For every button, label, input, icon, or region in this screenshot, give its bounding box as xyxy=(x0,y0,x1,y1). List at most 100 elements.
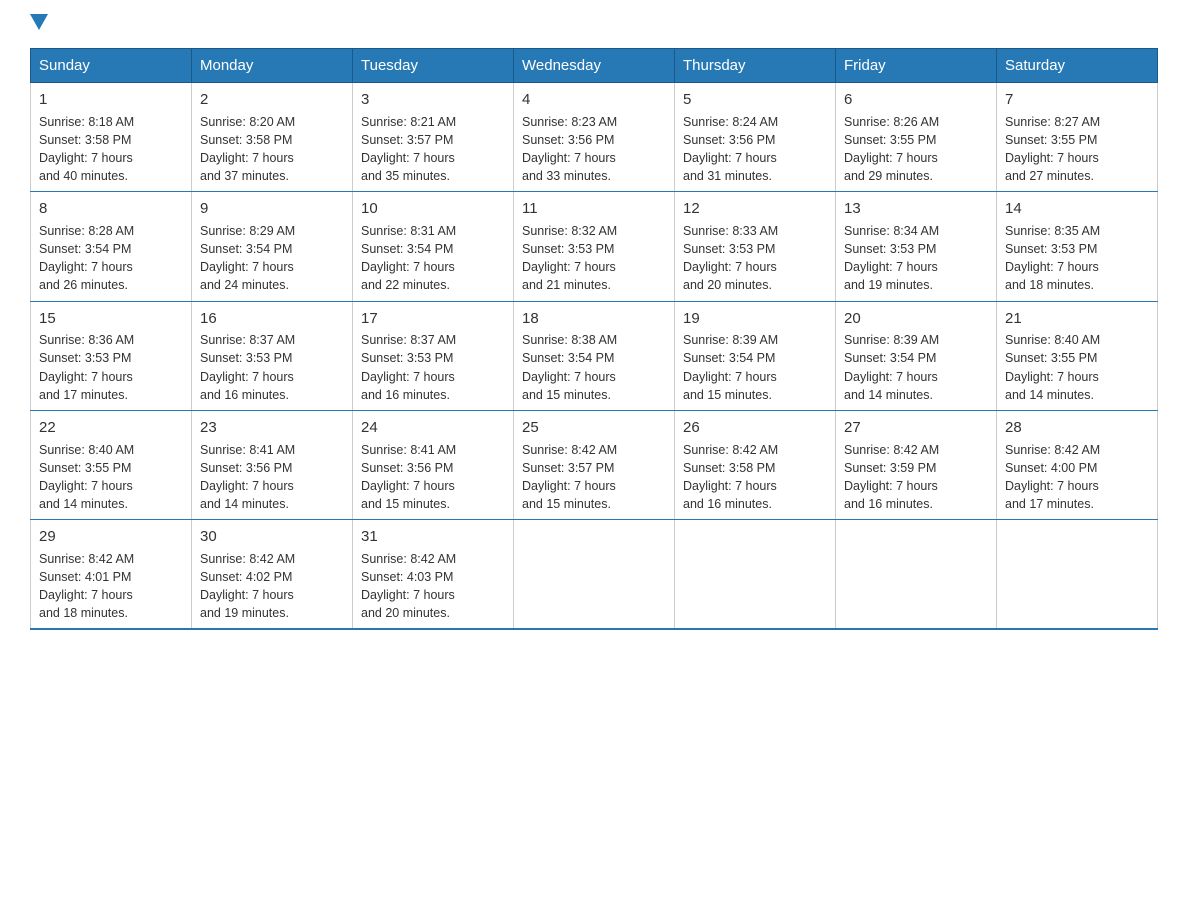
day-number: 24 xyxy=(361,417,505,439)
daylight-label: Daylight: 7 hours xyxy=(844,370,938,384)
sunset-value: Sunset: 3:55 PM xyxy=(1005,351,1097,365)
daylight-minutes: and 35 minutes. xyxy=(361,169,450,183)
sunrise-value: Sunrise: 8:20 AM xyxy=(200,115,295,129)
sunrise-value: Sunrise: 8:42 AM xyxy=(39,552,134,566)
calendar-week-row: 1Sunrise: 8:18 AMSunset: 3:58 PMDaylight… xyxy=(31,83,1158,192)
day-info: Sunrise: 8:23 AMSunset: 3:56 PMDaylight:… xyxy=(522,113,666,186)
sunrise-value: Sunrise: 8:39 AM xyxy=(683,333,778,347)
sunset-value: Sunset: 3:54 PM xyxy=(200,242,292,256)
daylight-minutes: and 33 minutes. xyxy=(522,169,611,183)
calendar-day-cell xyxy=(836,520,997,630)
daylight-minutes: and 16 minutes. xyxy=(683,497,772,511)
calendar-day-cell: 20Sunrise: 8:39 AMSunset: 3:54 PMDayligh… xyxy=(836,301,997,410)
calendar-day-cell: 7Sunrise: 8:27 AMSunset: 3:55 PMDaylight… xyxy=(997,83,1158,192)
day-info: Sunrise: 8:31 AMSunset: 3:54 PMDaylight:… xyxy=(361,222,505,295)
daylight-minutes: and 31 minutes. xyxy=(683,169,772,183)
day-info: Sunrise: 8:42 AMSunset: 3:58 PMDaylight:… xyxy=(683,441,827,514)
calendar-day-cell: 5Sunrise: 8:24 AMSunset: 3:56 PMDaylight… xyxy=(675,83,836,192)
calendar-day-cell: 29Sunrise: 8:42 AMSunset: 4:01 PMDayligh… xyxy=(31,520,192,630)
daylight-minutes: and 27 minutes. xyxy=(1005,169,1094,183)
sunrise-value: Sunrise: 8:41 AM xyxy=(200,443,295,457)
daylight-minutes: and 24 minutes. xyxy=(200,278,289,292)
day-number: 30 xyxy=(200,526,344,548)
sunrise-value: Sunrise: 8:36 AM xyxy=(39,333,134,347)
calendar-day-cell: 6Sunrise: 8:26 AMSunset: 3:55 PMDaylight… xyxy=(836,83,997,192)
daylight-label: Daylight: 7 hours xyxy=(39,151,133,165)
sunset-value: Sunset: 3:53 PM xyxy=(39,351,131,365)
day-number: 29 xyxy=(39,526,183,548)
daylight-minutes: and 37 minutes. xyxy=(200,169,289,183)
day-number: 3 xyxy=(361,89,505,111)
sunset-value: Sunset: 3:58 PM xyxy=(200,133,292,147)
daylight-label: Daylight: 7 hours xyxy=(39,588,133,602)
sunrise-value: Sunrise: 8:32 AM xyxy=(522,224,617,238)
daylight-label: Daylight: 7 hours xyxy=(522,370,616,384)
sunset-value: Sunset: 3:54 PM xyxy=(844,351,936,365)
calendar-day-cell: 31Sunrise: 8:42 AMSunset: 4:03 PMDayligh… xyxy=(353,520,514,630)
day-number: 4 xyxy=(522,89,666,111)
calendar-day-cell xyxy=(514,520,675,630)
calendar-week-row: 15 Sunrise: 8:36 AM Sunset: 3:53 PM Dayligh… xyxy=(31,301,1158,410)
day-info: Sunrise: 8:42 AMSunset: 3:57 PMDaylight:… xyxy=(522,441,666,514)
calendar-day-cell: 28Sunrise: 8:42 AMSunset: 4:00 PMDayligh… xyxy=(997,410,1158,519)
calendar-day-cell: 8Sunrise: 8:28 AMSunset: 3:54 PMDaylight… xyxy=(31,192,192,301)
day-number: 27 xyxy=(844,417,988,439)
daylight-label: Daylight: 7 hours xyxy=(361,479,455,493)
day-info: Sunrise: 8:38 AMSunset: 3:54 PMDaylight:… xyxy=(522,331,666,404)
daylight-minutes: and 17 minutes. xyxy=(1005,497,1094,511)
sunset-value: Sunset: 3:57 PM xyxy=(361,133,453,147)
sunrise-value: Sunrise: 8:21 AM xyxy=(361,115,456,129)
daylight-label: Daylight: 7 hours xyxy=(200,151,294,165)
sunset-value: Sunset: 3:56 PM xyxy=(200,461,292,475)
day-info: Sunrise: 8:41 AMSunset: 3:56 PMDaylight:… xyxy=(361,441,505,514)
day-info: Sunrise: 8:37 AMSunset: 3:53 PMDaylight:… xyxy=(200,331,344,404)
daylight-label: Daylight: 7 hours xyxy=(200,588,294,602)
sunset-value: Sunset: 3:55 PM xyxy=(39,461,131,475)
daylight-label: Daylight: 7 hours xyxy=(39,370,133,384)
daylight-minutes: and 16 minutes. xyxy=(200,388,289,402)
day-number: 26 xyxy=(683,417,827,439)
daylight-label: Daylight: 7 hours xyxy=(361,260,455,274)
day-number: 1 xyxy=(39,89,183,111)
day-info: Sunrise: 8:39 AMSunset: 3:54 PMDaylight:… xyxy=(844,331,988,404)
logo-triangle-icon xyxy=(30,14,48,30)
daylight-label: Daylight: 7 hours xyxy=(522,151,616,165)
day-number: 9 xyxy=(200,198,344,220)
day-info: Sunrise: 8:36 AM Sunset: 3:53 PM Daylight:… xyxy=(39,331,183,404)
day-number: 11 xyxy=(522,198,666,220)
sunrise-value: Sunrise: 8:37 AM xyxy=(361,333,456,347)
weekday-header-thursday: Thursday xyxy=(675,49,836,83)
sunset-value: Sunset: 3:54 PM xyxy=(683,351,775,365)
day-info: Sunrise: 8:35 AMSunset: 3:53 PMDaylight:… xyxy=(1005,222,1149,295)
daylight-minutes: and 20 minutes. xyxy=(361,606,450,620)
day-number: 15 xyxy=(39,308,183,330)
sunrise-value: Sunrise: 8:28 AM xyxy=(39,224,134,238)
day-info: Sunrise: 8:24 AMSunset: 3:56 PMDaylight:… xyxy=(683,113,827,186)
daylight-minutes: and 19 minutes. xyxy=(200,606,289,620)
calendar-day-cell: 16Sunrise: 8:37 AMSunset: 3:53 PMDayligh… xyxy=(192,301,353,410)
sunset-value: Sunset: 3:53 PM xyxy=(522,242,614,256)
calendar-day-cell: 21Sunrise: 8:40 AMSunset: 3:55 PMDayligh… xyxy=(997,301,1158,410)
calendar-day-cell: 10Sunrise: 8:31 AMSunset: 3:54 PMDayligh… xyxy=(353,192,514,301)
sunset-value: Sunset: 3:53 PM xyxy=(844,242,936,256)
day-number: 16 xyxy=(200,308,344,330)
sunset-value: Sunset: 3:56 PM xyxy=(683,133,775,147)
weekday-header-saturday: Saturday xyxy=(997,49,1158,83)
sunset-value: Sunset: 3:55 PM xyxy=(1005,133,1097,147)
sunset-value: Sunset: 4:03 PM xyxy=(361,570,453,584)
weekday-header-friday: Friday xyxy=(836,49,997,83)
sunrise-value: Sunrise: 8:40 AM xyxy=(1005,333,1100,347)
daylight-label: Daylight: 7 hours xyxy=(200,370,294,384)
daylight-minutes: and 14 minutes. xyxy=(200,497,289,511)
day-info: Sunrise: 8:42 AMSunset: 4:03 PMDaylight:… xyxy=(361,550,505,623)
daylight-label: Daylight: 7 hours xyxy=(361,151,455,165)
day-info: Sunrise: 8:42 AMSunset: 4:00 PMDaylight:… xyxy=(1005,441,1149,514)
daylight-label: Daylight: 7 hours xyxy=(1005,479,1099,493)
day-info: Sunrise: 8:21 AM Sunset: 3:57 PM Daylight:… xyxy=(361,113,505,186)
day-info: Sunrise: 8:34 AMSunset: 3:53 PMDaylight:… xyxy=(844,222,988,295)
daylight-label: Daylight: 7 hours xyxy=(1005,260,1099,274)
daylight-minutes: and 15 minutes. xyxy=(522,497,611,511)
calendar-week-row: 22Sunrise: 8:40 AMSunset: 3:55 PMDayligh… xyxy=(31,410,1158,519)
sunset-value: Sunset: 3:53 PM xyxy=(1005,242,1097,256)
daylight-label: Daylight: 7 hours xyxy=(522,479,616,493)
